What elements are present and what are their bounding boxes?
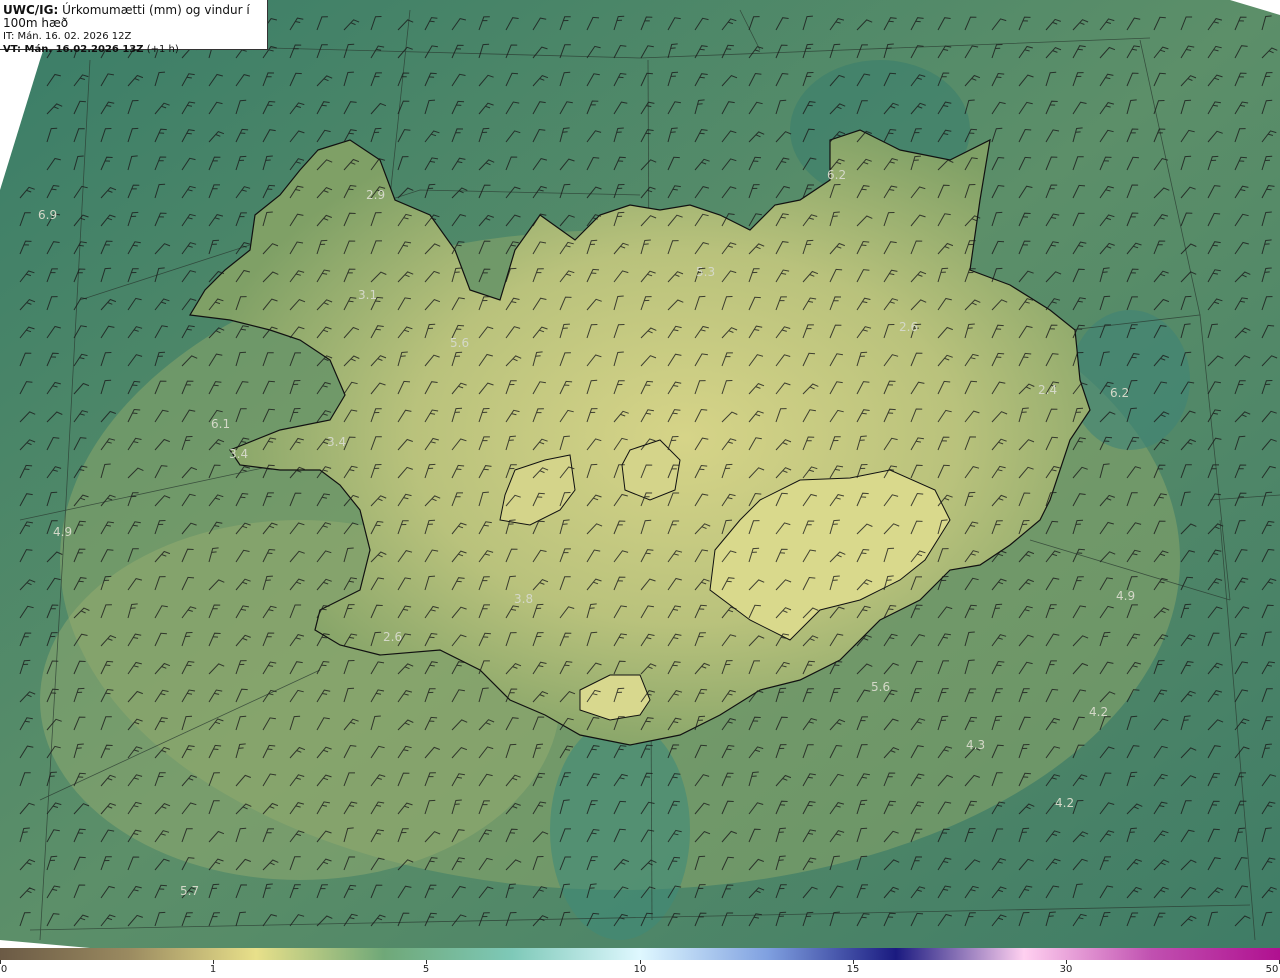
colorbar-tick-label: 1	[209, 964, 217, 975]
precip-label: 5.6	[450, 336, 469, 350]
precip-label: 4.2	[1089, 705, 1108, 719]
precip-label: 3.1	[358, 288, 377, 302]
precip-label: 3.4	[229, 447, 248, 461]
info-box: UWC/IG: Úrkomumætti (mm) og vindur í 100…	[0, 0, 268, 55]
init-time: IT: Mán. 16. 02. 2026 12Z	[3, 31, 132, 42]
colorbar-strip	[0, 948, 1280, 960]
forecast-map: 6.9 2.9 3.1 5.6 6.2 5.3 2.6 2.4 6.2 6.1 …	[0, 0, 1280, 948]
colorbar-tick-label: 30	[1059, 964, 1073, 975]
precip-label: 4.9	[1116, 589, 1135, 603]
map-title: UWC/IG: Úrkomumætti (mm) og vindur í 100…	[3, 4, 267, 30]
precip-label: 4.3	[966, 738, 985, 752]
precip-label: 3.8	[514, 592, 533, 606]
colorbar-tick-label: 5	[422, 964, 430, 975]
colorbar-tick-label: 0	[0, 964, 8, 975]
precip-label: 5.6	[871, 680, 890, 694]
precip-label: 2.6	[383, 630, 402, 644]
precip-label: 5.3	[696, 265, 715, 279]
colorbar-tick-label: 10	[633, 964, 647, 975]
precip-label: 2.4	[1038, 383, 1057, 397]
colorbar: 0 1 5 10 15 30 50	[0, 948, 1280, 978]
valid-time-main: VT: Mán. 16.02.2026 13Z	[3, 44, 144, 55]
model-code: UWC/IG:	[3, 3, 59, 17]
precip-label: 3.4	[327, 435, 346, 449]
precip-label: 2.9	[366, 188, 385, 202]
lead-time: (+1 h)	[146, 44, 179, 55]
valid-time: VT: Mán. 16.02.2026 13Z (+1 h)	[3, 43, 267, 56]
precip-label: 4.2	[1055, 796, 1074, 810]
colorbar-tick-label: 50	[1265, 964, 1279, 975]
precip-label: 2.6	[899, 320, 918, 334]
precip-label: 6.1	[211, 417, 230, 431]
precip-label: 4.9	[53, 525, 72, 539]
precip-label: 6.2	[1110, 386, 1129, 400]
precip-label: 6.2	[827, 168, 846, 182]
precip-label: 6.9	[38, 208, 57, 222]
colorbar-tick-label: 15	[846, 964, 860, 975]
precip-label: 5.7	[180, 884, 199, 898]
